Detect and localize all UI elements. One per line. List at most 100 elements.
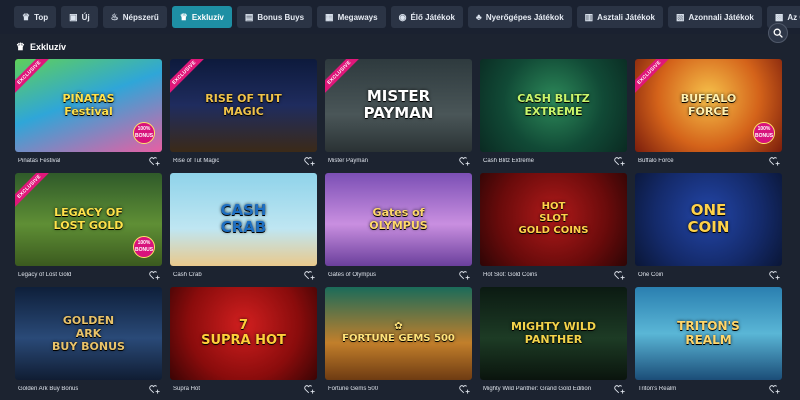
favorite-add-icon[interactable] [304, 384, 315, 394]
game-card[interactable]: TRITON'S REALM Triton's Realm [635, 287, 782, 394]
game-title[interactable]: Gates of Olympus [325, 272, 376, 278]
tab-label: Új [81, 12, 90, 22]
game-card[interactable]: BUFFALO FORCE EXCLUSIVE 100% BONUS Buffalo … [635, 59, 782, 166]
game-caption: Cash Crab [170, 270, 317, 280]
game-card[interactable]: MISTER PAYMAN EXCLUSIVE Mister Payman [325, 59, 472, 166]
game-logo: BUFFALO FORCE [680, 92, 737, 118]
game-logo: RISE OF TUT MAGIC [205, 92, 282, 118]
game-logo: TRITON'S REALM [677, 319, 740, 347]
section-heading: ♛ Exkluzív [16, 40, 66, 54]
game-thumbnail[interactable]: RISE OF TUT MAGIC EXCLUSIVE [170, 59, 317, 152]
game-logo: GOLDEN ARK BUY BONUS [52, 313, 125, 353]
favorite-add-icon[interactable] [769, 156, 780, 166]
game-thumbnail[interactable]: ✿ FORTUNE GEMS 500 [325, 287, 472, 380]
favorite-add-icon[interactable] [459, 270, 470, 280]
tab-asztali-játékok[interactable]: ▥ Asztali Játékok [576, 6, 663, 28]
game-title[interactable]: Buffalo Force [635, 158, 674, 164]
game-grid: PIÑATAS Festival EXCLUSIVE 100% BONUS Pinat… [15, 59, 782, 394]
game-thumbnail[interactable]: HOT SLOT GOLD COINS [480, 173, 627, 266]
game-title[interactable]: Mighty Wild Panther: Grand Gold Edition [480, 386, 591, 392]
game-card[interactable]: RISE OF TUT MAGIC EXCLUSIVE Rise of Tut Ma… [170, 59, 317, 166]
game-logo: MISTER PAYMAN [363, 87, 434, 122]
game-logo: ONE COIN [687, 201, 730, 236]
tab-népszerű[interactable]: ♨ Népszerű [102, 6, 167, 28]
game-caption: Hot Slot: Gold Coins [480, 270, 627, 280]
tab-top[interactable]: ♛ Top [14, 6, 57, 28]
tab-exkluzív[interactable]: ♛ Exkluzív [171, 6, 232, 28]
game-card[interactable]: CASH BLITZ EXTREME Cash Blitz Extreme [480, 59, 627, 166]
crown-icon: ♛ [179, 11, 188, 22]
game-card[interactable]: ✿ FORTUNE GEMS 500 Fortune Gems 500 [325, 287, 472, 394]
game-thumbnail[interactable]: Gates of OLYMPUS [325, 173, 472, 266]
tab-bonus-buys[interactable]: ▤ Bonus Buys [236, 6, 313, 28]
favorite-add-icon[interactable] [769, 384, 780, 394]
game-thumbnail[interactable]: BUFFALO FORCE EXCLUSIVE 100% BONUS [635, 59, 782, 152]
game-thumbnail[interactable]: LEGACY OF LOST GOLD EXCLUSIVE 100% BONUS [15, 173, 162, 266]
favorite-add-icon[interactable] [304, 156, 315, 166]
game-card[interactable]: PIÑATAS Festival EXCLUSIVE 100% BONUS Pinat… [15, 59, 162, 166]
tab-label: Nyerőgépes Játékok [485, 12, 564, 22]
game-title[interactable]: One Coin [635, 272, 663, 278]
favorite-add-icon[interactable] [614, 384, 625, 394]
favorite-add-icon[interactable] [149, 156, 160, 166]
game-card[interactable]: LEGACY OF LOST GOLD EXCLUSIVE 100% BONUS Le… [15, 173, 162, 280]
game-card[interactable]: ONE COIN One Coin [635, 173, 782, 280]
favorite-add-icon[interactable] [769, 270, 780, 280]
favorite-add-icon[interactable] [614, 156, 625, 166]
game-title[interactable]: Cash Crab [170, 272, 202, 278]
game-title[interactable]: Cash Blitz Extreme [480, 158, 534, 164]
game-card[interactable]: MIGHTY WILD PANTHER Mighty Wild Panther: … [480, 287, 627, 394]
game-title[interactable]: Legacy of Lost Gold [15, 272, 71, 278]
tab-nyerőgépes-játékok[interactable]: ♣ Nyerőgépes Játékok [467, 6, 572, 28]
tab-label: Az Összes [787, 12, 800, 22]
game-logo: Gates of OLYMPUS [369, 206, 428, 232]
game-title[interactable]: Fortune Gems 500 [325, 386, 378, 392]
game-thumbnail[interactable]: GOLDEN ARK BUY BONUS [15, 287, 162, 380]
game-caption: Gates of Olympus [325, 270, 472, 280]
game-card[interactable]: Gates of OLYMPUS Gates of Olympus [325, 173, 472, 280]
game-thumbnail[interactable]: MIGHTY WILD PANTHER [480, 287, 627, 380]
game-title[interactable]: Hot Slot: Gold Coins [480, 272, 537, 278]
game-card[interactable]: HOT SLOT GOLD COINS Hot Slot: Gold Coins [480, 173, 627, 280]
game-logo: ✿ FORTUNE GEMS 500 [342, 321, 455, 344]
tab-megaways[interactable]: ▦ Megaways [317, 6, 386, 28]
game-card[interactable]: 7 SUPRA HOT Supra Hot [170, 287, 317, 394]
table-icon: ▥ [584, 11, 594, 22]
game-logo: 7 SUPRA HOT [201, 318, 286, 348]
game-thumbnail[interactable]: CASH BLITZ EXTREME [480, 59, 627, 152]
game-thumbnail[interactable]: ONE COIN [635, 173, 782, 266]
game-logo: HOT SLOT GOLD COINS [518, 201, 589, 236]
category-nav: ♛ Top ▣ Új ♨ Népszerű ♛ Exkluzív ▤ Bonus Buys ▦ Meg… [0, 0, 800, 34]
tab-azonnali-játékok[interactable]: ▧ Azonnali Játékok [667, 6, 762, 28]
game-card[interactable]: GOLDEN ARK BUY BONUS Golden Ark Buy Bonus [15, 287, 162, 394]
game-thumbnail[interactable]: TRITON'S REALM [635, 287, 782, 380]
favorite-add-icon[interactable] [459, 384, 470, 394]
fire-icon: ♨ [110, 11, 119, 22]
game-thumbnail[interactable]: 7 SUPRA HOT [170, 287, 317, 380]
favorite-add-icon[interactable] [614, 270, 625, 280]
game-title[interactable]: Rise of Tut Magic [170, 158, 219, 164]
favorite-add-icon[interactable] [304, 270, 315, 280]
game-title[interactable]: Supra Hot [170, 386, 200, 392]
favorite-add-icon[interactable] [459, 156, 470, 166]
game-thumbnail[interactable]: PIÑATAS Festival EXCLUSIVE 100% BONUS [15, 59, 162, 152]
tab-label: Népszerű [122, 12, 159, 22]
game-thumbnail[interactable]: CASH CRAB [170, 173, 317, 266]
tab-élő-játékok[interactable]: ◉ Élő Játékok [390, 6, 463, 28]
section-title: Exkluzív [29, 42, 66, 52]
bonus-icon: ▤ [244, 11, 254, 22]
search-icon [773, 28, 783, 38]
game-title[interactable]: Golden Ark Buy Bonus [15, 386, 78, 392]
favorite-add-icon[interactable] [149, 270, 160, 280]
search-button[interactable] [768, 23, 788, 43]
bonus-badge: 100% BONUS [133, 122, 155, 144]
game-title[interactable]: Mister Payman [325, 158, 368, 164]
instant-icon: ▧ [675, 11, 685, 22]
game-title[interactable]: Pinatas Festival [15, 158, 60, 164]
game-title[interactable]: Triton's Realm [635, 386, 676, 392]
crown-icon: ♛ [16, 41, 25, 53]
tab-új[interactable]: ▣ Új [61, 6, 98, 28]
game-card[interactable]: CASH CRAB Cash Crab [170, 173, 317, 280]
favorite-add-icon[interactable] [149, 384, 160, 394]
game-thumbnail[interactable]: MISTER PAYMAN EXCLUSIVE [325, 59, 472, 152]
